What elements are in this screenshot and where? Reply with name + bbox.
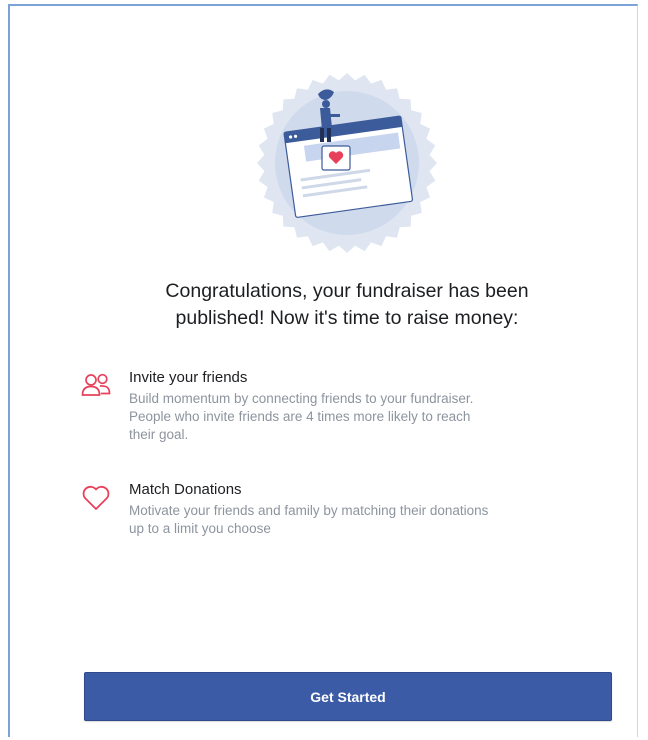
headline-line-2: published! Now it's time to raise money: bbox=[175, 307, 519, 329]
feature-match-donations: Match Donations Motivate your friends an… bbox=[80, 481, 620, 541]
feature-description-line: Motivate your friends and family by matc… bbox=[129, 503, 489, 518]
feature-description-line: their goal. bbox=[129, 427, 189, 442]
feature-title: Match Donations bbox=[129, 481, 242, 498]
feature-invite-friends: Invite your friends Build momentum by co… bbox=[80, 369, 620, 447]
feature-description-line: People who invite friends are 4 times mo… bbox=[129, 409, 471, 424]
feature-title: Invite your friends bbox=[129, 369, 248, 386]
people-icon bbox=[81, 373, 111, 396]
feature-description: Build momentum by connecting friends to … bbox=[129, 390, 629, 444]
feature-description-line: up to a limit you choose bbox=[129, 521, 271, 536]
fundraiser-illustration bbox=[257, 73, 437, 253]
heart-outline-icon bbox=[82, 485, 110, 510]
feature-description: Motivate your friends and family by matc… bbox=[129, 502, 629, 538]
congratulations-message: Congratulations, your fundraiser has bee… bbox=[50, 278, 644, 332]
feature-description-line: Build momentum by connecting friends to … bbox=[129, 391, 474, 406]
get-started-button[interactable]: Get Started bbox=[84, 672, 612, 721]
fundraiser-published-dialog: Congratulations, your fundraiser has bee… bbox=[8, 4, 638, 737]
headline-line-1: Congratulations, your fundraiser has bee… bbox=[165, 280, 529, 302]
